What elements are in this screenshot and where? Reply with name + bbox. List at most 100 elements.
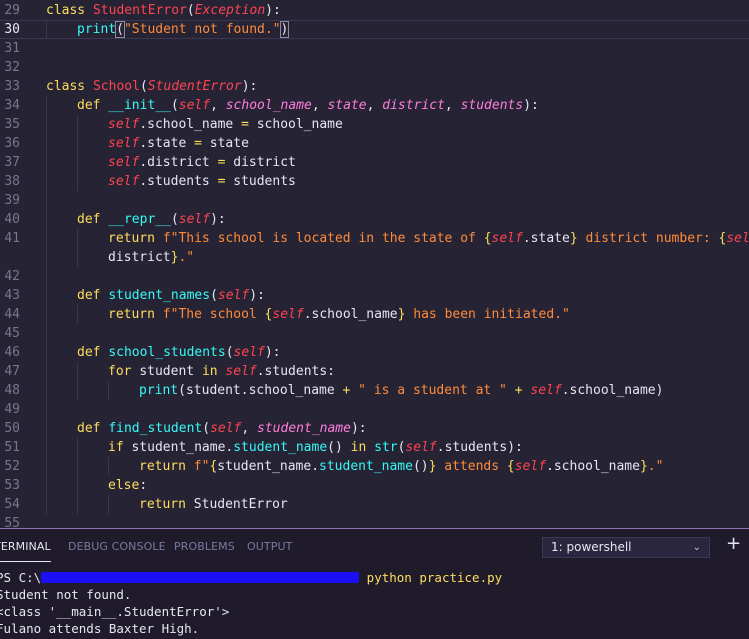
- code-line[interactable]: district}.": [0, 248, 749, 267]
- indent-guide: [77, 134, 78, 153]
- line-number: 35: [4, 117, 20, 132]
- code-line[interactable]: 32: [0, 58, 749, 77]
- code-text: print(student.school_name + " is a stude…: [139, 381, 663, 400]
- code-token: =: [194, 136, 202, 151]
- code-line[interactable]: 44 return f"The school {self.school_name}…: [0, 305, 749, 324]
- code-line[interactable]: 31: [0, 39, 749, 58]
- code-line[interactable]: 43 def student_names(self):: [0, 286, 749, 305]
- code-line[interactable]: 30 print("Student not found."): [0, 20, 749, 39]
- terminal-output-line: <class '__main__.StudentError'>: [0, 604, 230, 619]
- indent-guide: [46, 438, 47, 457]
- line-number: 42: [4, 269, 20, 284]
- code-line[interactable]: 33 class School(StudentError):: [0, 77, 749, 96]
- code-text: if student_name.student_name() in str(se…: [108, 438, 523, 457]
- code-token: print: [77, 22, 117, 37]
- line-number: 54: [4, 497, 20, 512]
- code-line[interactable]: 48 print(student.school_name + " is a stu…: [0, 381, 749, 400]
- code-text: return StudentError: [139, 495, 288, 514]
- code-line[interactable]: 45: [0, 324, 749, 343]
- code-line[interactable]: 49: [0, 400, 749, 419]
- code-token: ):: [210, 212, 226, 227]
- code-line[interactable]: 42: [0, 267, 749, 286]
- code-token: self: [210, 421, 242, 436]
- code-token: student: [139, 364, 202, 379]
- indent-guide: [46, 343, 47, 362]
- code-token: self: [108, 136, 140, 151]
- code-line[interactable]: 41 return f"This school is located in the…: [0, 229, 749, 248]
- terminal-prompt-line: PS C:\ python practice.py: [0, 569, 502, 586]
- code-token: def: [77, 98, 109, 113]
- code-token: .": [178, 250, 195, 265]
- code-line[interactable]: 54 return StudentError: [0, 495, 749, 514]
- code-line[interactable]: 51 if student_name.student_name() in str(…: [0, 438, 749, 457]
- code-line[interactable]: 53 else:: [0, 476, 749, 495]
- redacted-path: [41, 572, 360, 583]
- code-token: in: [350, 440, 375, 455]
- code-token: student_name: [257, 421, 351, 436]
- tab-debug-console[interactable]: DEBUG CONSOLE: [68, 540, 166, 553]
- code-token: .school_name: [303, 307, 398, 322]
- indent-guide: [77, 229, 78, 248]
- code-line[interactable]: 55: [0, 514, 749, 528]
- tab-problems[interactable]: PROBLEMS: [174, 540, 235, 553]
- code-token: (: [170, 212, 179, 227]
- code-token: self: [178, 98, 211, 113]
- code-text: return f"The school {self.school_name} h…: [108, 305, 570, 324]
- code-token: students: [460, 98, 524, 113]
- indent-guide: [77, 305, 78, 324]
- code-token: district: [382, 98, 445, 113]
- code-token: students: [225, 174, 296, 189]
- code-line[interactable]: 50 def find_student(self, student_name):: [0, 419, 749, 438]
- code-text: self.state = state: [108, 134, 249, 153]
- code-token: self: [272, 307, 304, 322]
- code-token: .school_name: [139, 117, 242, 132]
- code-token: ,: [444, 98, 461, 113]
- code-line[interactable]: 36 self.state = state: [0, 134, 749, 153]
- code-token: class: [46, 3, 93, 18]
- code-editor[interactable]: 29 class StudentError(Exception): 30 print(…: [0, 0, 749, 528]
- code-line[interactable]: 35 self.school_name = school_name: [0, 115, 749, 134]
- code-line[interactable]: 38 self.students = students: [0, 172, 749, 191]
- indent-guide: [108, 495, 109, 514]
- code-text: class School(StudentError):: [46, 77, 257, 96]
- code-token: .school_name: [546, 459, 640, 474]
- code-line[interactable]: 47 for student in self.students:: [0, 362, 749, 381]
- code-line[interactable]: 40 def __repr__(self):: [0, 210, 749, 229]
- code-line[interactable]: 29 class StudentError(Exception):: [0, 1, 749, 20]
- prompt-prefix: PS C:\: [0, 570, 42, 585]
- code-line[interactable]: 34 def __init__(self, school_name, state,…: [0, 96, 749, 115]
- line-number: 30: [4, 22, 20, 37]
- code-token: (): [327, 440, 351, 455]
- code-token: __init__: [108, 98, 171, 113]
- terminal-selector[interactable]: 1: powershell ⌄: [542, 537, 710, 558]
- code-line[interactable]: 39: [0, 191, 749, 210]
- indent-guide: [46, 134, 47, 153]
- indent-guide: [46, 362, 47, 381]
- code-token: state: [327, 98, 367, 113]
- tab-terminal[interactable]: TERMINAL: [0, 540, 51, 562]
- indent-guide: [108, 381, 109, 400]
- code-token: class: [46, 79, 93, 94]
- add-terminal-button[interactable]: +: [726, 533, 741, 555]
- line-number: 36: [4, 136, 20, 151]
- code-line[interactable]: 37 self.district = district: [0, 153, 749, 172]
- code-token: self: [514, 459, 547, 474]
- tab-output[interactable]: OUTPUT: [247, 540, 292, 553]
- indent-guide: [46, 400, 47, 419]
- code-token: (: [225, 345, 234, 360]
- indent-guide: [46, 210, 47, 229]
- line-number: 39: [4, 193, 20, 208]
- code-line[interactable]: 52 return f" {student_name.student_name()}…: [0, 457, 749, 476]
- indent-guide: [77, 362, 78, 381]
- code-token: def: [77, 421, 109, 436]
- code-text: return f" {student_name.student_name()} a…: [139, 457, 663, 476]
- indent-guide: [77, 115, 78, 134]
- code-text: for student in self.students:: [108, 362, 335, 381]
- code-token: student_name: [233, 440, 328, 455]
- code-text: else:: [108, 476, 147, 495]
- code-token: StudentError: [147, 79, 242, 94]
- code-line[interactable]: 46 def school_students(self):: [0, 343, 749, 362]
- terminal-selector-value: 1: powershell: [551, 540, 632, 554]
- code-token: def: [77, 288, 109, 303]
- code-token: ):: [265, 3, 281, 18]
